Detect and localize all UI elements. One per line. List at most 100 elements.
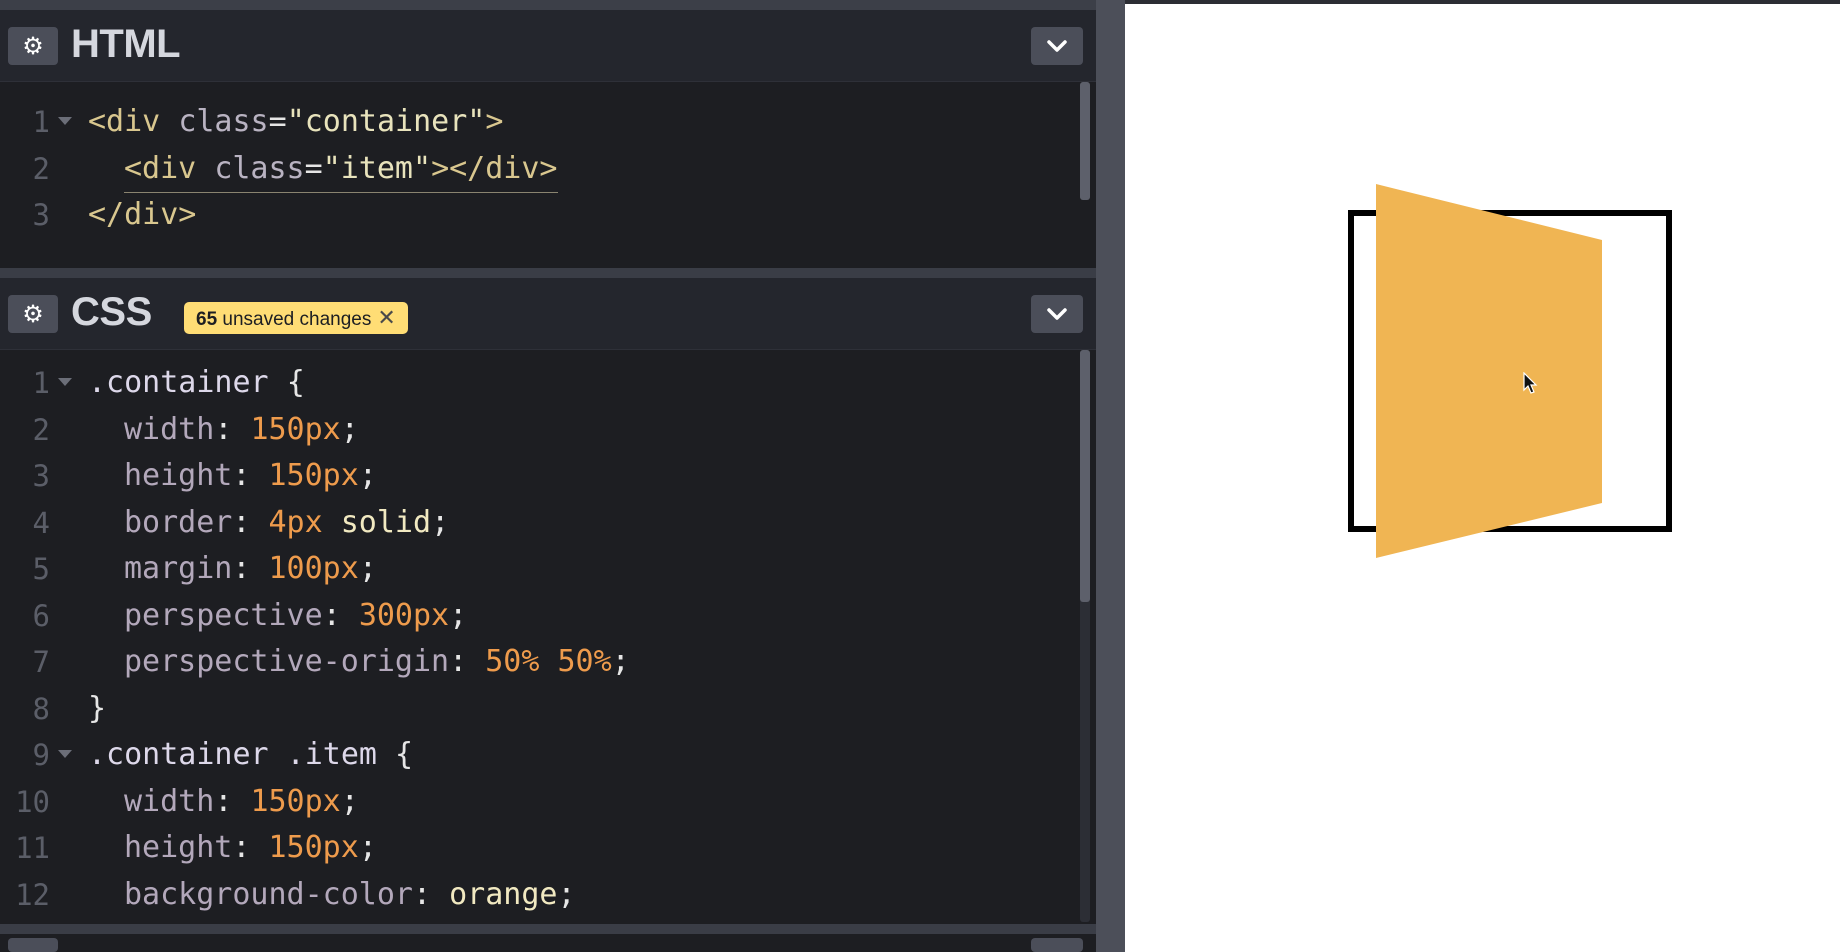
css-settings-button[interactable]: ⚙ xyxy=(8,295,58,333)
code-token: "container" xyxy=(286,104,486,139)
code-token: height xyxy=(124,458,233,493)
code-token: <div xyxy=(124,150,215,186)
code-token: .container .item xyxy=(88,737,396,772)
code-text: margin: 100px; xyxy=(124,546,377,593)
code-text: .container .item { xyxy=(88,732,413,779)
code-token: 150px xyxy=(268,830,359,865)
result-preview[interactable] xyxy=(1125,0,1840,952)
code-text: background-color: orange; xyxy=(124,872,576,919)
line-number: 4 xyxy=(32,505,50,540)
html-settings-button[interactable]: ⚙ xyxy=(8,27,58,65)
line-number: 1 xyxy=(32,105,50,139)
code-line[interactable]: 1 <div class="container"> xyxy=(0,99,1080,146)
editor-preview-divider[interactable] xyxy=(1096,0,1125,952)
fold-arrow-icon[interactable] xyxy=(58,378,72,386)
line-number: 2 xyxy=(32,412,50,447)
code-token: 150px xyxy=(250,411,341,447)
gear-icon: ⚙ xyxy=(22,300,44,328)
code-line[interactable]: 3 </div> xyxy=(0,192,1080,239)
line-number: 10 xyxy=(15,784,50,819)
html-pane-header: ⚙ HTML xyxy=(0,10,1096,82)
line-number: 3 xyxy=(32,198,50,232)
css-editor-pane: ⚙ CSS 65 unsaved changes ✕ 1 .container {2… xyxy=(0,278,1096,924)
code-token: "item" xyxy=(322,150,432,186)
js-settings-button[interactable] xyxy=(8,938,58,952)
unsaved-changes-badge[interactable]: 65 unsaved changes ✕ xyxy=(184,302,408,334)
mouse-pointer-icon xyxy=(1523,372,1538,394)
code-token: height xyxy=(124,830,233,865)
code-token: : xyxy=(412,876,450,912)
code-text: height: 150px; xyxy=(124,825,377,872)
code-token: ; xyxy=(340,411,359,447)
css-code-editor[interactable]: 1 .container {2 width: 150px; 3 height: 150p… xyxy=(0,360,1080,918)
line-number: 8 xyxy=(32,691,50,726)
code-token: ; xyxy=(358,830,377,865)
code-token: ; xyxy=(611,644,630,679)
code-line[interactable]: 4 border: 4px solid; xyxy=(0,500,1080,547)
code-line[interactable]: 12 background-color: orange; xyxy=(0,872,1080,919)
code-token: solid xyxy=(340,504,432,540)
line-number: 5 xyxy=(32,552,50,586)
code-text: width: 150px; xyxy=(124,407,359,454)
code-token: : xyxy=(232,551,269,586)
editor-column: ⚙ HTML 1 <div class="container"> 2 <div cla… xyxy=(0,0,1096,952)
code-line[interactable]: 6 perspective: 300px; xyxy=(0,593,1080,640)
code-token: : xyxy=(232,504,269,540)
html-editor-pane: ⚙ HTML 1 <div class="container"> 2 <div cla… xyxy=(0,10,1096,268)
code-token: class xyxy=(178,104,269,139)
close-icon[interactable]: ✕ xyxy=(377,302,395,334)
html-collapse-button[interactable] xyxy=(1031,27,1083,65)
css-pane-title: CSS xyxy=(71,290,152,334)
js-editor-pane xyxy=(0,934,1096,952)
code-line[interactable]: 7 perspective-origin: 50% 50%; xyxy=(0,639,1080,686)
code-token: = xyxy=(268,104,287,139)
js-collapse-button[interactable] xyxy=(1031,938,1083,952)
line-number: 3 xyxy=(32,459,50,493)
code-token: ; xyxy=(358,551,377,586)
code-text: .container { xyxy=(88,360,305,407)
code-line[interactable]: 8} xyxy=(0,686,1080,733)
fold-arrow-icon[interactable] xyxy=(58,117,72,125)
code-token: background-color xyxy=(124,876,413,912)
code-line[interactable]: 5 margin: 100px; xyxy=(0,546,1080,593)
css-pane-header: ⚙ CSS 65 unsaved changes ✕ xyxy=(0,278,1096,350)
line-number: 1 xyxy=(32,366,50,400)
code-token: : xyxy=(232,458,269,493)
code-token: { xyxy=(395,737,414,772)
pane-resize-handle[interactable] xyxy=(0,924,1096,934)
code-token: margin xyxy=(124,551,233,586)
code-line[interactable]: 9 .container .item { xyxy=(0,732,1080,779)
code-token: perspective xyxy=(124,597,323,633)
code-line[interactable]: 2 width: 150px; xyxy=(0,407,1080,454)
code-token: : xyxy=(449,644,486,679)
css-collapse-button[interactable] xyxy=(1031,295,1083,333)
html-code-editor[interactable]: 1 <div class="container"> 2 <div class= "ite… xyxy=(0,99,1080,239)
code-line[interactable]: 2 <div class="item"></div> xyxy=(0,146,1080,193)
code-line[interactable]: 3 height: 150px; xyxy=(0,453,1080,500)
pane-resize-handle[interactable] xyxy=(0,268,1096,278)
code-token: { xyxy=(286,365,305,400)
html-pane-title: HTML xyxy=(71,22,181,66)
code-token: .container xyxy=(88,365,287,400)
code-token: : xyxy=(214,783,251,819)
code-token: 150px xyxy=(268,458,359,493)
line-number: 9 xyxy=(32,738,50,772)
css-scrollbar-thumb[interactable] xyxy=(1080,350,1090,602)
fold-arrow-icon[interactable] xyxy=(58,750,72,758)
code-line[interactable]: 10 width: 150px; xyxy=(0,779,1080,826)
code-token: > xyxy=(485,104,504,139)
code-token: 300px xyxy=(358,597,450,633)
line-number: 7 xyxy=(32,645,50,679)
code-token: } xyxy=(88,690,107,726)
code-token: 50% 50% xyxy=(485,644,612,679)
code-line[interactable]: 11 height: 150px; xyxy=(0,825,1080,872)
preview-item-shape xyxy=(1376,184,1602,558)
code-line[interactable]: 1 .container { xyxy=(0,360,1080,407)
code-text: </div> xyxy=(88,192,196,239)
chevron-down-icon xyxy=(1047,308,1067,320)
code-token: border xyxy=(124,504,233,540)
line-number: 2 xyxy=(32,151,50,186)
code-token: 150px xyxy=(250,783,341,819)
unsaved-count: 65 xyxy=(196,309,218,330)
html-scrollbar-thumb[interactable] xyxy=(1080,82,1090,200)
